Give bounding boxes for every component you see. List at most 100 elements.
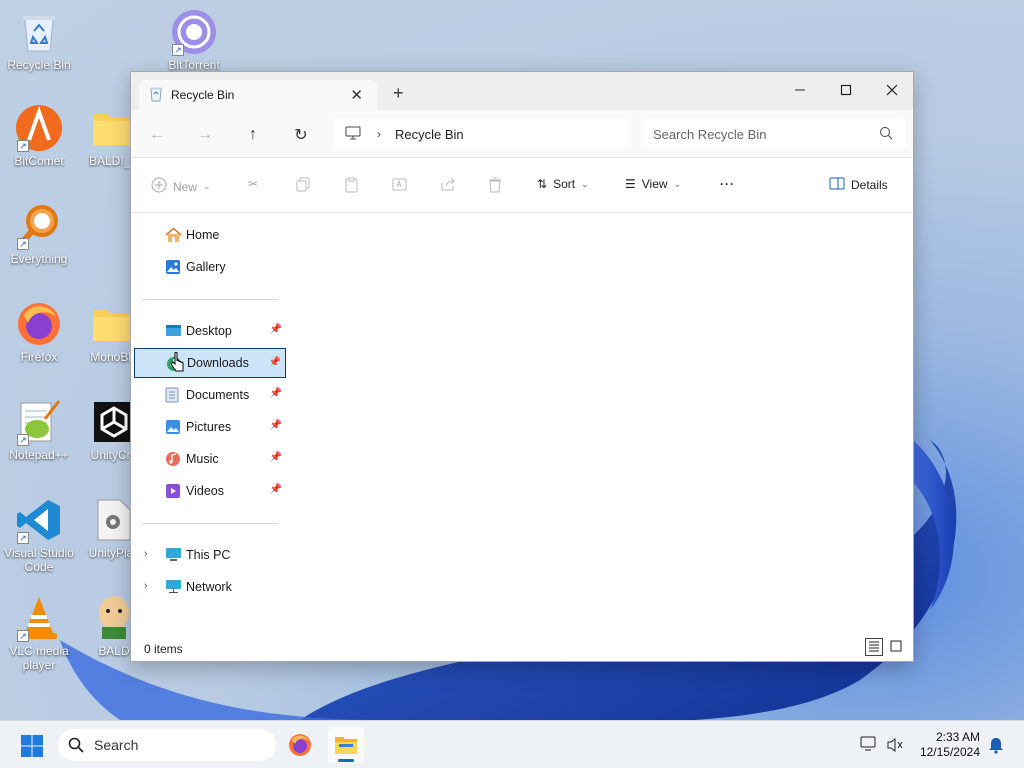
this-pc-icon — [165, 547, 181, 563]
delete-button[interactable] — [488, 177, 502, 196]
tab-label: Recycle Bin — [171, 88, 235, 102]
search-icon — [68, 737, 84, 756]
taskbar-clock[interactable]: 2:33 AM 12/15/2024 — [920, 730, 980, 760]
close-icon — [886, 84, 898, 96]
sidebar-item-label: Gallery — [186, 260, 226, 274]
chevron-down-icon: ⌄ — [581, 178, 589, 189]
breadcrumb[interactable]: Recycle Bin — [395, 127, 464, 142]
desktop-icon-notepadpp[interactable]: ↗ Notepad++ — [3, 398, 75, 462]
trash-icon — [488, 177, 502, 196]
close-button[interactable] — [869, 76, 915, 104]
new-button[interactable]: New ⌄ — [151, 177, 211, 196]
new-tab-button[interactable]: + — [393, 84, 404, 102]
recycle-bin-icon — [15, 8, 63, 56]
search-icon — [879, 126, 893, 143]
sidebar-item-network[interactable]: › Network — [134, 572, 286, 602]
sort-icon: ⇅ — [537, 177, 548, 191]
pin-icon[interactable]: 📌 — [269, 357, 281, 368]
chevron-right-icon: › — [377, 127, 381, 141]
large-icons-view-button[interactable] — [887, 638, 905, 656]
more-options-button[interactable]: ··· — [720, 177, 735, 191]
view-button[interactable]: ☰ View ⌄ — [625, 177, 681, 191]
everything-search-icon: ↗ — [15, 202, 63, 250]
desktop-icon-vlc[interactable]: ↗ VLC media player — [3, 594, 75, 672]
firefox-icon — [15, 300, 63, 348]
gallery-icon — [165, 259, 181, 275]
shortcut-arrow-icon: ↗ — [17, 434, 29, 446]
address-bar[interactable]: › Recycle Bin — [333, 119, 631, 149]
firefox-icon — [289, 734, 311, 756]
up-button[interactable]: ↑ — [242, 124, 264, 146]
forward-button[interactable]: → — [194, 124, 216, 146]
desktop-icon-vscode[interactable]: ↗ Visual Studio Code — [3, 496, 75, 574]
refresh-button[interactable]: ↻ — [290, 124, 312, 146]
minimize-button[interactable] — [777, 76, 823, 104]
cut-button[interactable]: ✂ — [248, 177, 258, 191]
sort-button[interactable]: ⇅ Sort ⌄ — [537, 177, 589, 191]
view-list-icon: ☰ — [625, 177, 636, 191]
desktop-icon-bittorrent[interactable]: ↗ BitTorrent — [158, 8, 230, 72]
paste-button[interactable] — [344, 177, 359, 196]
rename-icon — [392, 177, 408, 195]
sidebar-item-label: This PC — [186, 548, 231, 562]
sidebar-item-label: Network — [186, 580, 232, 594]
pin-icon[interactable]: 📌 — [270, 420, 282, 431]
file-explorer-icon — [335, 737, 357, 754]
sidebar-item-downloads[interactable]: Downloads 📌 — [134, 348, 286, 378]
add-circle-icon — [151, 177, 167, 196]
desktop-icon-label: Recycle Bin — [7, 58, 71, 72]
music-folder-icon — [165, 451, 181, 467]
new-label: New — [173, 179, 198, 194]
desktop-icon-label: VLC media player — [9, 644, 69, 672]
view-toggle-group — [865, 638, 905, 656]
desktop-icon-everything[interactable]: ↗ Everything — [3, 202, 75, 266]
file-list-area[interactable] — [293, 214, 913, 638]
taskbar-file-explorer-button[interactable] — [328, 727, 364, 763]
sidebar-item-desktop[interactable]: Desktop 📌 — [134, 316, 286, 346]
start-button[interactable] — [20, 734, 44, 761]
pin-icon[interactable]: 📌 — [270, 484, 282, 495]
network-status-icon[interactable] — [860, 735, 878, 756]
title-bar: Recycle Bin ✕ + — [131, 72, 913, 110]
pictures-folder-icon — [165, 419, 181, 435]
notification-bell-icon[interactable] — [988, 736, 1004, 757]
sidebar-item-videos[interactable]: Videos 📌 — [134, 476, 286, 506]
details-view-button[interactable] — [865, 638, 883, 656]
sidebar-item-this-pc[interactable]: › This PC — [134, 540, 286, 570]
taskbar-firefox-button[interactable] — [288, 733, 312, 760]
search-input[interactable]: Search Recycle Bin — [641, 119, 905, 149]
taskbar-search-label: Search — [94, 737, 139, 753]
desktop-icon-bitcomet[interactable]: ↗ BitComet — [3, 104, 75, 168]
maximize-button[interactable] — [823, 76, 869, 104]
taskbar-search-box[interactable]: Search — [58, 729, 276, 761]
sidebar-item-home[interactable]: Home — [134, 220, 286, 250]
rename-button[interactable] — [392, 177, 408, 195]
back-button[interactable]: ← — [146, 124, 168, 146]
details-button[interactable]: Details — [829, 177, 888, 193]
share-button[interactable] — [440, 177, 456, 195]
navigation-pane: Home Gallery Desktop 📌 Downloads 📌 Docum… — [131, 213, 291, 641]
tab-close-icon[interactable]: ✕ — [350, 86, 363, 104]
desktop-icon-firefox[interactable]: Firefox — [3, 300, 75, 364]
pin-icon[interactable]: 📌 — [270, 388, 282, 399]
up-arrow-icon: ↑ — [249, 126, 257, 143]
sidebar-item-documents[interactable]: Documents 📌 — [134, 380, 286, 410]
network-icon — [165, 579, 181, 595]
copy-button[interactable] — [296, 177, 311, 195]
pin-icon[interactable]: 📌 — [270, 324, 282, 335]
chevron-right-icon[interactable]: › — [144, 548, 148, 560]
refresh-icon: ↻ — [294, 127, 308, 144]
desktop-icon-label: Everything — [10, 252, 68, 266]
sidebar-item-gallery[interactable]: Gallery — [134, 252, 286, 282]
volume-muted-icon[interactable] — [886, 736, 904, 757]
desktop-icon-label: Notepad++ — [9, 448, 69, 462]
sidebar-item-pictures[interactable]: Pictures 📌 — [134, 412, 286, 442]
sidebar-item-label: Desktop — [186, 324, 232, 338]
tab-recycle-bin[interactable]: Recycle Bin ✕ — [139, 80, 377, 110]
chevron-right-icon[interactable]: › — [144, 580, 148, 592]
desktop-icon-recycle-bin[interactable]: Recycle Bin — [3, 8, 75, 72]
pin-icon[interactable]: 📌 — [270, 452, 282, 463]
copy-icon — [296, 177, 311, 195]
sidebar-item-label: Pictures — [186, 420, 232, 434]
sidebar-item-music[interactable]: Music 📌 — [134, 444, 286, 474]
